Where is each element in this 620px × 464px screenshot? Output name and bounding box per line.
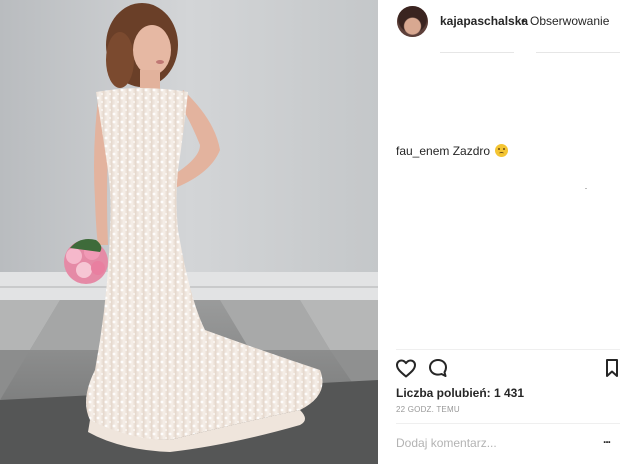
separator-dot: • xyxy=(521,14,526,28)
comment-username-link[interactable]: fau_enem xyxy=(396,144,449,158)
divider xyxy=(396,349,620,350)
heart-icon xyxy=(396,359,416,378)
comment-button[interactable] xyxy=(426,356,450,380)
username-link[interactable]: kajapaschalska xyxy=(440,14,528,28)
confounded-face-icon xyxy=(495,144,509,157)
instagram-post: kajapaschalska • Obserwowanie fau_enem Z… xyxy=(0,0,620,464)
post-details-panel: kajapaschalska • Obserwowanie fau_enem Z… xyxy=(378,0,620,464)
action-bar xyxy=(378,356,620,382)
dust-speck xyxy=(585,188,587,189)
post-timestamp[interactable]: 22 GODZ. TEMU xyxy=(396,405,460,414)
comment-item: fau_enem Zazdro xyxy=(396,144,509,158)
bookmark-icon xyxy=(606,359,618,377)
comment-text: Zazdro xyxy=(452,144,491,158)
save-button[interactable] xyxy=(600,356,620,380)
header-underline xyxy=(536,52,620,53)
divider xyxy=(396,423,620,424)
avatar-image xyxy=(397,6,428,37)
comment-bubble-icon xyxy=(429,359,447,377)
follow-status-button[interactable]: Obserwowanie xyxy=(530,14,609,28)
post-photo[interactable] xyxy=(0,0,378,464)
header-underline xyxy=(440,52,514,53)
like-button[interactable] xyxy=(394,356,418,380)
more-options-button[interactable]: ... xyxy=(603,433,619,447)
photo-image xyxy=(0,0,378,464)
post-header: kajapaschalska • Obserwowanie xyxy=(378,0,620,44)
add-comment-input[interactable] xyxy=(396,435,586,451)
avatar[interactable] xyxy=(397,6,428,37)
likes-count[interactable]: Liczba polubień: 1 431 xyxy=(396,386,524,400)
